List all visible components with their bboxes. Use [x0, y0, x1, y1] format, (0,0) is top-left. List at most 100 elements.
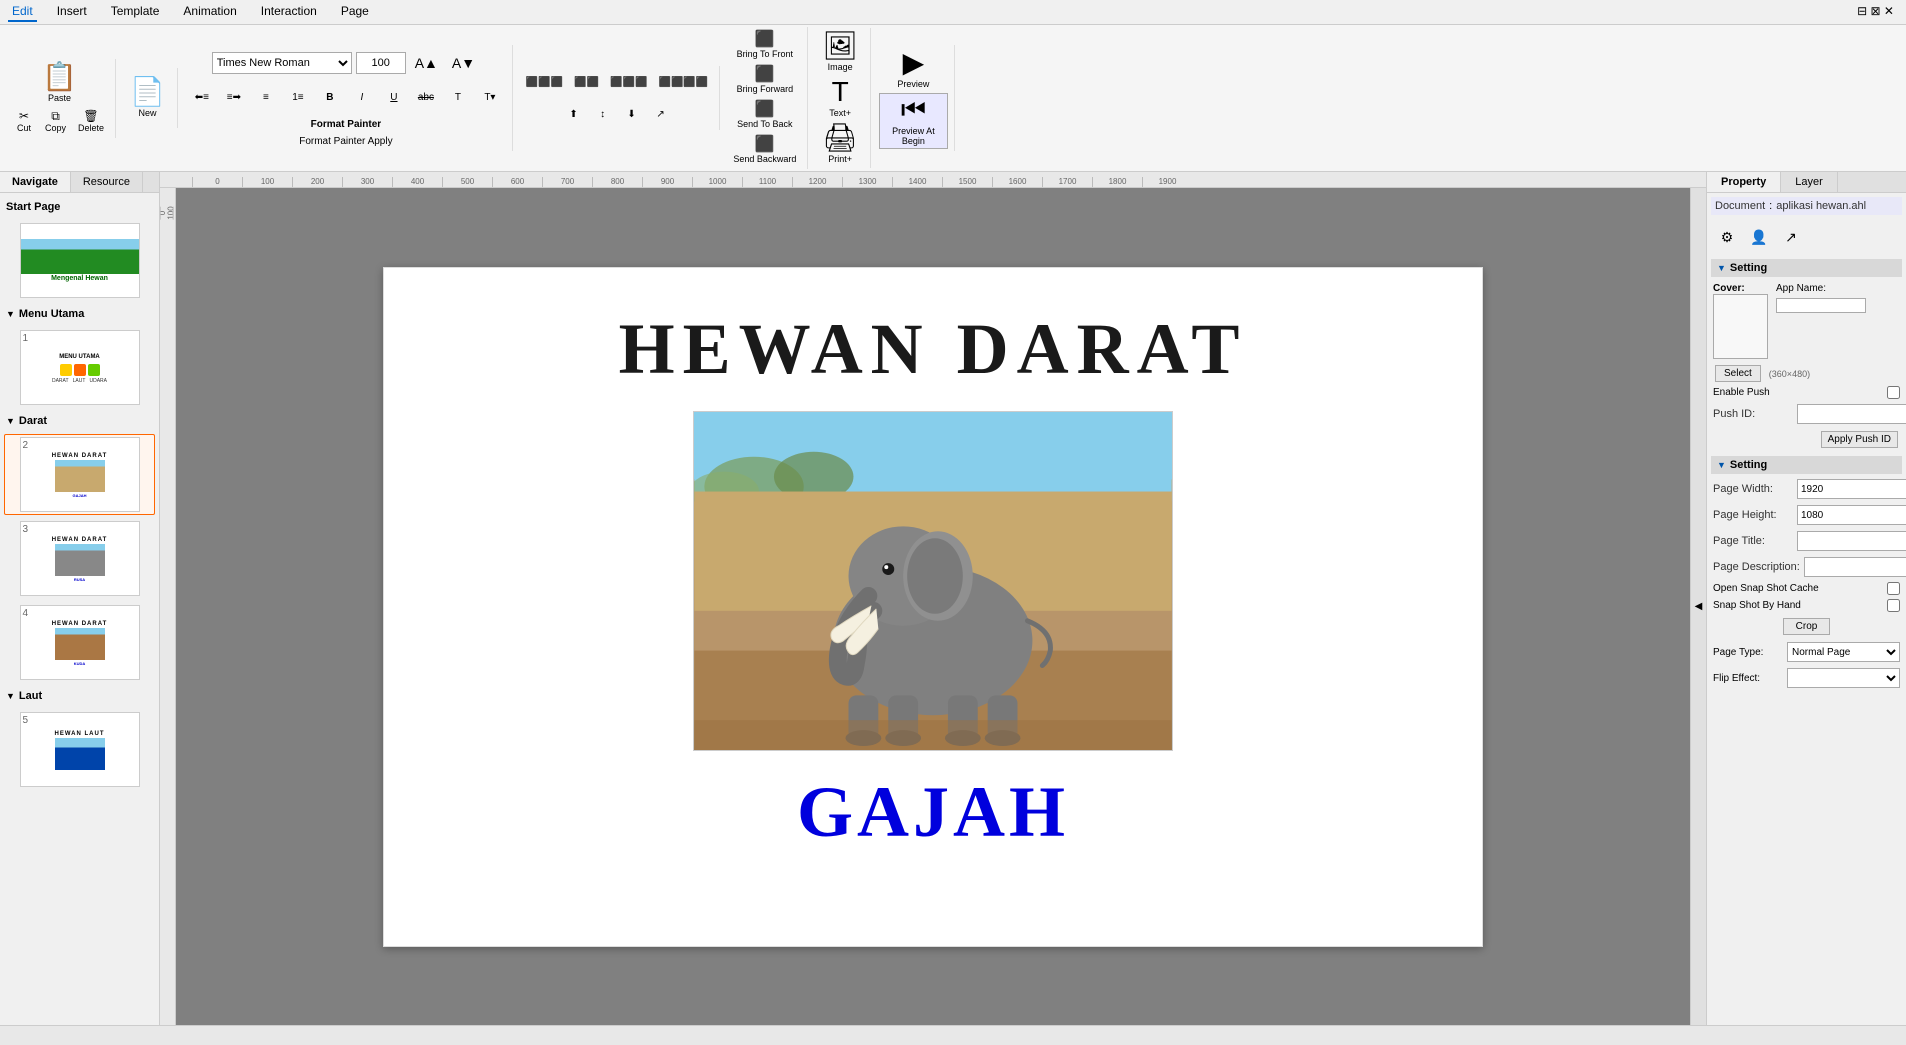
numbering-btn[interactable]: 1≡	[284, 83, 312, 111]
image-button[interactable]: 🖼 Image	[816, 30, 864, 74]
snap-shot-hand-checkbox[interactable]	[1887, 599, 1900, 612]
menu-interaction[interactable]: Interaction	[257, 2, 321, 22]
italic-btn[interactable]: I	[348, 83, 376, 111]
bring-forward-btn[interactable]: ⬛ Bring Forward	[732, 64, 799, 97]
valign-bot-btn[interactable]: ⬇	[618, 100, 646, 128]
toolbar: 📋 Paste ✂ Cut ⧉ Copy 🗑 Delete 📄 New	[0, 25, 1906, 172]
flip-effect-select[interactable]	[1787, 668, 1900, 688]
menu-utama-header[interactable]: ▼ Menu Utama	[4, 304, 155, 324]
flip-effect-row: Flip Effect:	[1711, 665, 1902, 691]
menu-edit[interactable]: Edit	[8, 2, 37, 22]
preview-icon: ▶	[903, 49, 925, 77]
page-2-thumb[interactable]: 2 HEWAN DARAT GAJAH	[4, 434, 155, 515]
bring-to-front-btn[interactable]: ⬛ Bring To Front	[732, 29, 798, 62]
page-4-thumb[interactable]: 4 HEWAN DARAT KUDA	[4, 602, 155, 683]
print-button[interactable]: 🖨 Print+	[816, 122, 864, 166]
delete-button[interactable]: 🗑 Delete	[73, 107, 109, 136]
align-center-btn[interactable]: ⬛⬛	[569, 68, 604, 96]
print-icon: 🖨	[822, 124, 858, 152]
setting-section-1[interactable]: ▼ Setting	[1711, 259, 1902, 277]
enable-push-checkbox[interactable]	[1887, 386, 1900, 399]
canvas-area: 0 100 200 300 400 500 600 700 800 900 10…	[160, 172, 1706, 1025]
app-name-input[interactable]	[1776, 298, 1866, 313]
send-backward-icon: ⬛	[755, 137, 775, 153]
preview-at-begin-button[interactable]: ⏮ Preview At Begin	[879, 93, 948, 149]
darat-arrow: ▼	[6, 416, 15, 426]
indent-left-btn[interactable]: ⬅≡	[188, 83, 216, 111]
page-desc-input[interactable]	[1804, 557, 1906, 577]
snap-shot-hand-row: Snap Shot By Hand	[1711, 597, 1902, 614]
align-right-btn[interactable]: ⬛⬛⬛	[605, 68, 652, 96]
page-width-row: Page Width:	[1711, 476, 1902, 502]
valign-mid-btn[interactable]: ↕	[589, 100, 617, 128]
page-3-thumb[interactable]: 3 HEWAN DARAT RUSA	[4, 518, 155, 599]
laut-header[interactable]: ▼ Laut	[4, 686, 155, 706]
paste-button[interactable]: 📋 Paste	[36, 61, 83, 105]
text-color-btn[interactable]: T	[444, 83, 472, 111]
menu-animation[interactable]: Animation	[179, 2, 240, 22]
resource-tab[interactable]: Resource	[71, 172, 143, 192]
format-painter-label: Format Painter	[311, 119, 382, 130]
copy-button[interactable]: ⧉ Copy	[40, 107, 71, 136]
select-cover-btn[interactable]: Select	[1715, 365, 1761, 382]
preview-group: ▶ Preview ⏮ Preview At Begin	[873, 45, 955, 151]
status-bar	[0, 1025, 1906, 1045]
push-id-label: Push ID:	[1713, 408, 1793, 420]
send-backward-btn[interactable]: ⬛ Send Backward	[728, 134, 801, 167]
menu-insert[interactable]: Insert	[53, 2, 91, 22]
font-family-select[interactable]: Times New Roman	[212, 52, 352, 74]
start-page-thumb[interactable]: Mengenal Hewan	[4, 220, 155, 301]
underline-btn[interactable]: U	[380, 83, 408, 111]
settings-gear-btn[interactable]: ⚙	[1713, 223, 1741, 251]
strikethrough-btn[interactable]: abc	[412, 83, 440, 111]
push-id-input[interactable]	[1797, 404, 1906, 424]
page-type-select[interactable]: Normal Page	[1787, 642, 1900, 662]
image-icon: 🖼	[822, 32, 858, 60]
ruler-vertical: 0 100 200 300 400 500 600 700 800	[160, 188, 176, 1025]
valign-top-btn[interactable]: ⬆	[560, 100, 588, 128]
document-label: Document	[1715, 200, 1765, 212]
font-size-up-btn[interactable]: A▲	[410, 49, 443, 77]
darat-header[interactable]: ▼ Darat	[4, 411, 155, 431]
text-style-btn[interactable]: T▾	[476, 83, 504, 111]
page-1-thumb[interactable]: 1 MENU UTAMA DARAT LAUT UDARA	[4, 327, 155, 408]
snap-shot-cache-checkbox[interactable]	[1887, 582, 1900, 595]
font-size-down-btn[interactable]: A▼	[447, 49, 480, 77]
pages-list: Start Page Mengenal Hewan ▼ Menu Utama 1…	[0, 193, 159, 1025]
font-size-input[interactable]	[356, 52, 406, 74]
page-title-input[interactable]	[1797, 531, 1906, 551]
cut-button[interactable]: ✂ Cut	[10, 107, 38, 136]
page-height-input[interactable]	[1797, 505, 1906, 525]
send-to-back-btn[interactable]: ⬛ Send To Back	[732, 99, 797, 132]
navigate-tab[interactable]: Navigate	[0, 172, 71, 192]
preview-begin-icon: ⏮	[901, 96, 926, 124]
property-tab[interactable]: Property	[1707, 172, 1781, 192]
page-width-input[interactable]	[1797, 479, 1906, 499]
align-justify-btn[interactable]: ⬛⬛⬛⬛	[654, 68, 714, 96]
settings-share-btn[interactable]: ↗	[1777, 223, 1805, 251]
cover-area: Cover: App Name:	[1711, 279, 1902, 363]
crop-button[interactable]: Crop	[1783, 618, 1831, 635]
page-width-label: Page Width:	[1713, 483, 1793, 495]
left-panel: Navigate Resource Start Page Mengenal He…	[0, 172, 160, 1025]
preview-button[interactable]: ▶ Preview	[891, 47, 935, 91]
menu-template[interactable]: Template	[107, 2, 164, 22]
right-panel-collapse[interactable]: ◀	[1690, 188, 1706, 1025]
page-height-row: Page Height: ▲ ▼	[1711, 502, 1902, 528]
align-left-btn[interactable]: ⬛⬛⬛	[521, 68, 568, 96]
settings-account-btn[interactable]: 👤	[1745, 223, 1773, 251]
text-orient-btn[interactable]: ↗	[647, 100, 675, 128]
bold-btn[interactable]: B	[316, 83, 344, 111]
setting-section-2[interactable]: ▼ Setting	[1711, 456, 1902, 474]
apply-push-id-btn[interactable]: Apply Push ID	[1821, 431, 1898, 448]
layer-tab[interactable]: Layer	[1781, 172, 1838, 192]
list-btn[interactable]: ≡	[252, 83, 280, 111]
indent-right-btn[interactable]: ≡➡	[220, 83, 248, 111]
page-title-row: Page Title:	[1711, 528, 1902, 554]
page-canvas[interactable]: HEWAN DARAT	[176, 188, 1690, 1025]
page-5-thumb[interactable]: 5 HEWAN LAUT	[4, 709, 155, 790]
elephant-image[interactable]	[693, 411, 1173, 751]
new-button[interactable]: 📄 New	[124, 76, 171, 120]
text-button[interactable]: T Text+	[823, 76, 857, 120]
menu-page[interactable]: Page	[337, 2, 373, 22]
